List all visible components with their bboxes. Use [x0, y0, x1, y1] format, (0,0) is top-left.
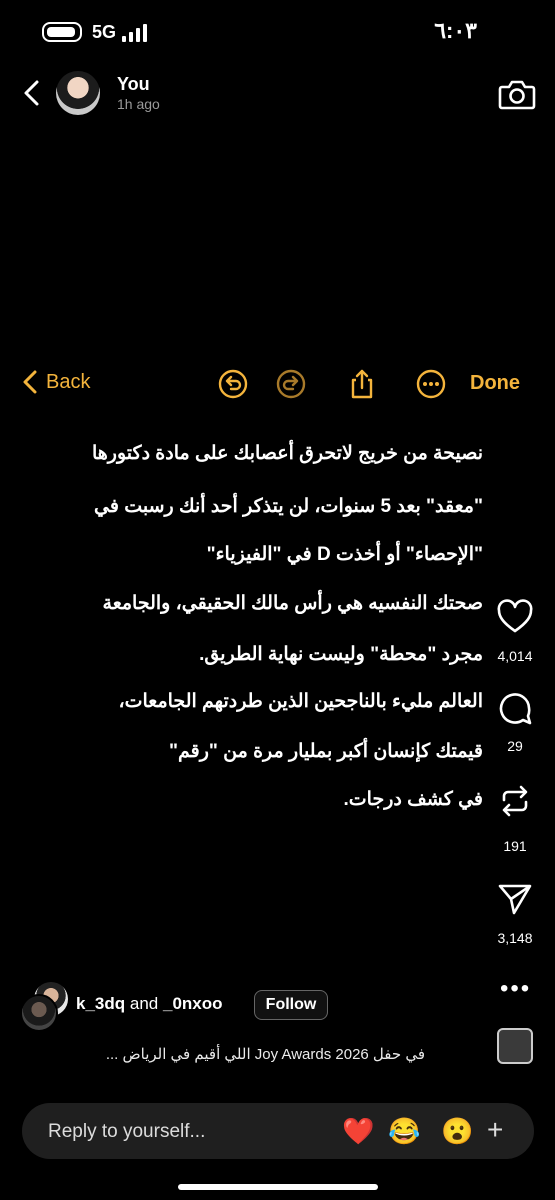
undo-icon — [218, 369, 248, 399]
signal-icon — [122, 22, 147, 42]
comment-icon[interactable] — [496, 690, 534, 728]
repost-icon[interactable] — [496, 782, 534, 820]
note-line: نصيحة من خريج لاتحرق أعصابك على مادة دكت… — [91, 443, 483, 464]
shares-count: 3,148 — [497, 930, 533, 946]
likes-count: 4,014 — [497, 648, 533, 664]
note-line: قيمتك كإنسان أكبر بمليار مرة من "رقم" — [168, 741, 483, 762]
status-time: ٦:٠٣ — [434, 18, 477, 43]
follow-button[interactable]: Follow — [254, 990, 328, 1020]
more-icon — [416, 369, 446, 399]
notes-back-button: Back — [22, 370, 90, 394]
redo-icon — [276, 369, 306, 399]
note-line: صحتك النفسيه هي رأس مالك الحقيقي، والجام… — [102, 593, 483, 614]
note-line: مجرد "محطة" وليست نهاية الطريق. — [199, 644, 483, 665]
camera-icon[interactable] — [498, 76, 536, 112]
chevron-left-icon — [23, 370, 37, 394]
heart-icon[interactable] — [496, 598, 534, 636]
send-icon[interactable] — [496, 880, 534, 918]
battery-icon — [42, 22, 82, 42]
home-indicator — [178, 1184, 378, 1190]
laughing-reaction-icon[interactable]: 😂 — [388, 1116, 420, 1146]
surprised-reaction-icon[interactable]: 😮 — [441, 1116, 473, 1146]
reposts-count: 191 — [503, 838, 527, 854]
note-line: العالم مليء بالناجحين الذين طردتهم الجام… — [118, 691, 483, 712]
share-icon — [351, 369, 373, 399]
heart-reaction-icon[interactable]: ❤️ — [342, 1116, 374, 1146]
collab-usernames[interactable]: k_3dq and _0nxoo — [76, 994, 223, 1014]
story-thumbnail[interactable] — [497, 1028, 533, 1064]
username[interactable]: _0nxoo — [163, 994, 223, 1013]
story-timestamp: 1h ago — [117, 96, 160, 112]
plus-icon[interactable]: + — [487, 1114, 503, 1146]
note-line: في كشف درجات. — [343, 789, 483, 810]
joiner-text: and — [129, 994, 159, 1013]
username[interactable]: k_3dq — [76, 994, 125, 1013]
notes-back-label: Back — [46, 370, 91, 393]
avatar[interactable] — [56, 71, 100, 115]
comments-count: 29 — [507, 738, 523, 754]
avatar[interactable] — [20, 994, 58, 1032]
reply-input[interactable]: Reply to yourself... — [48, 1121, 205, 1143]
more-options-icon[interactable]: ••• — [500, 975, 531, 1003]
network-label: 5G — [92, 22, 117, 42]
note-line: "الإحصاء" أو أخذت D في "الفيزياء" — [206, 544, 483, 565]
notes-done-button: Done — [470, 372, 520, 394]
chevron-left-icon[interactable] — [18, 78, 48, 108]
note-line: "معقد" بعد 5 سنوات، لن يتذكر أحد أنك رسب… — [94, 496, 483, 517]
user-name[interactable]: You — [117, 74, 150, 95]
caption[interactable]: في حفل Joy Awards 2026 اللي أقيم في الري… — [106, 1045, 425, 1063]
